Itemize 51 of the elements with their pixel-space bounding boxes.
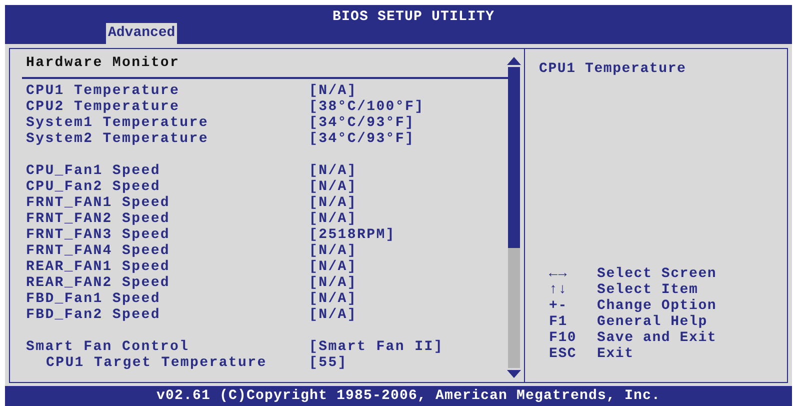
setting-label[interactable]: FRNT_FAN4 Speed [26, 243, 309, 259]
key-action: Select Screen [597, 266, 718, 282]
setting-value: [38°C/100°F] [309, 99, 426, 115]
setting-value: [55] [309, 355, 348, 371]
setting-value: [N/A] [309, 83, 358, 99]
key-name: F10 [549, 330, 578, 346]
key-name: ESC [549, 346, 578, 362]
help-text: CPU1 Temperature [539, 61, 688, 77]
setting-label[interactable]: System1 Temperature [26, 115, 309, 131]
setting-label[interactable]: CPU1 Target Temperature [46, 355, 309, 371]
setting-label[interactable]: REAR_FAN2 Speed [26, 275, 309, 291]
setting-label[interactable]: FRNT_FAN2 Speed [26, 211, 309, 227]
setting-label[interactable]: System2 Temperature [26, 131, 309, 147]
setting-label[interactable]: CPU_Fan2 Speed [26, 179, 309, 195]
window-title: BIOS SETUP UTILITY [331, 9, 496, 25]
key-action: Save and Exit [597, 330, 718, 346]
setting-label[interactable]: REAR_FAN1 Speed [26, 259, 309, 275]
key-action: Select Item [597, 282, 700, 298]
scroll-up-icon[interactable] [507, 57, 521, 65]
setting-value: [Smart Fan II] [309, 339, 444, 355]
key-action: Exit [597, 346, 635, 362]
setting-value: [N/A] [309, 291, 358, 307]
setting-value: [N/A] [309, 179, 358, 195]
setting-label[interactable]: FBD_Fan1 Speed [26, 291, 309, 307]
key-name: ↑↓ [549, 282, 568, 298]
key-name: +- [549, 298, 568, 314]
key-action: Change Option [597, 298, 718, 314]
setting-label[interactable]: CPU1 Temperature [26, 83, 309, 99]
setting-value: [34°C/93°F] [309, 131, 416, 147]
setting-value: [N/A] [309, 243, 358, 259]
setting-value: [N/A] [309, 211, 358, 227]
setting-value: [N/A] [309, 195, 358, 211]
setting-value: [N/A] [309, 259, 358, 275]
setting-value: [2518RPM] [309, 227, 396, 243]
key-action: General Help [597, 314, 708, 330]
setting-label[interactable]: FBD_Fan2 Speed [26, 307, 309, 323]
key-name: F1 [549, 314, 568, 330]
setting-label[interactable]: FRNT_FAN3 Speed [26, 227, 309, 243]
setting-label[interactable]: CPU_Fan1 Speed [26, 163, 309, 179]
setting-value: [N/A] [309, 275, 358, 291]
setting-value: [34°C/93°F] [309, 115, 416, 131]
menu-tab[interactable]: Advanced [106, 23, 178, 44]
setting-value: [N/A] [309, 307, 358, 323]
section-heading: Hardware Monitor [26, 55, 181, 73]
setting-label[interactable]: CPU2 Temperature [26, 99, 309, 115]
copyright-text: v02.61 (C)Copyright 1985-2006, American Megatrends, Inc. [156, 388, 661, 404]
setting-label[interactable]: Smart Fan Control [26, 339, 309, 355]
scroll-down-icon[interactable] [507, 370, 521, 378]
key-name: ←→ [549, 266, 568, 282]
setting-label[interactable]: FRNT_FAN1 Speed [26, 195, 309, 211]
setting-value: [N/A] [309, 163, 358, 179]
